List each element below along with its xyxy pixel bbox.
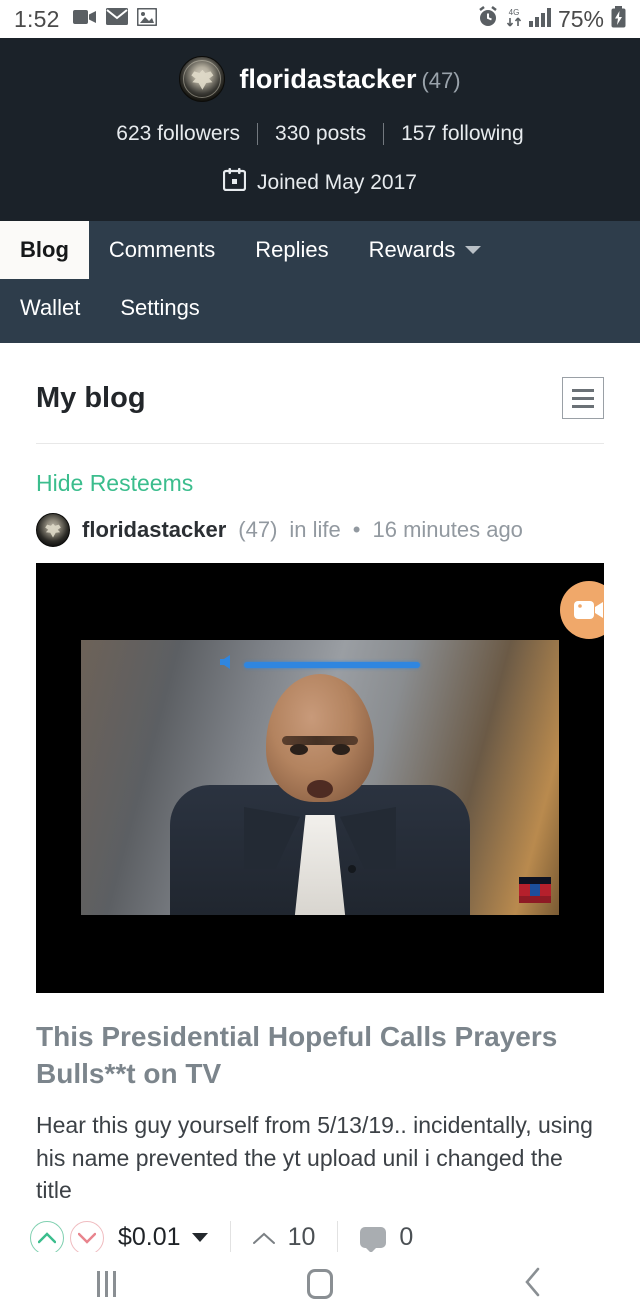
tab-rewards[interactable]: Rewards [349, 221, 502, 279]
comment-bubble-icon [360, 1227, 387, 1254]
tab-blog[interactable]: Blog [0, 221, 89, 279]
post-excerpt: Hear this guy yourself from 5/13/19.. in… [36, 1111, 593, 1204]
post-title[interactable]: This Presidential Hopeful Calls Prayers … [0, 993, 640, 1093]
volume-track[interactable] [244, 661, 420, 668]
battery-charging-icon [611, 5, 626, 33]
followers-count[interactable]: 623 followers [99, 122, 257, 146]
news-network-watermark [519, 877, 551, 903]
watermark-block [519, 884, 530, 896]
recents-bar [113, 1271, 117, 1297]
figure-eye-right [332, 744, 350, 755]
recents-bar [105, 1271, 109, 1297]
vote-count: 10 [287, 1223, 316, 1252]
blog-header-row: My blog [0, 343, 640, 419]
nav-back-button[interactable] [427, 1267, 640, 1302]
nav-home-button[interactable] [213, 1269, 426, 1299]
recents-icon [97, 1271, 117, 1297]
list-view-icon[interactable] [562, 377, 604, 419]
tab-row-primary: Blog Comments Replies Rewards [0, 221, 640, 279]
post-author-reputation: (47) [238, 517, 278, 542]
envelope-icon [105, 8, 128, 30]
svg-text:4G: 4G [509, 8, 520, 17]
profile-reputation: (47) [421, 67, 461, 93]
profile-header: floridastacker (47) 623 followers 330 pos… [0, 38, 640, 221]
battery-percent: 75% [557, 5, 604, 32]
action-divider [337, 1220, 339, 1255]
profile-identity: floridastacker (47) [0, 56, 640, 102]
tab-comments[interactable]: Comments [89, 221, 235, 279]
image-icon [136, 7, 158, 31]
figure-lapel-mic [348, 865, 356, 873]
video-camera-icon [72, 8, 97, 31]
home-icon [306, 1269, 333, 1299]
payout-amount: $0.01 [118, 1223, 181, 1252]
post-category[interactable]: in life [289, 517, 340, 543]
post-author[interactable]: floridastacker [82, 517, 226, 543]
status-bar: 1:52 4G 75% [0, 0, 640, 38]
profile-joined-text: Joined May 2017 [257, 170, 417, 194]
tab-replies[interactable]: Replies [235, 221, 348, 279]
byline-separator: • [352, 517, 361, 542]
video-frame [81, 640, 559, 915]
payout-value[interactable]: $0.01 [118, 1223, 208, 1252]
vote-count-group[interactable]: 10 [252, 1223, 316, 1252]
figure-mouth [307, 780, 333, 798]
signal-bars-icon [528, 7, 551, 32]
list-line [572, 404, 594, 408]
caret-down-icon [191, 1233, 208, 1243]
blog-content: My blog Hide Resteems floridastacker (47… [0, 343, 640, 1255]
profile-username-text: floridastacker [239, 63, 417, 94]
back-chevron-icon [524, 1267, 542, 1302]
figure-brow [282, 736, 358, 745]
watermark-block [529, 884, 541, 896]
nav-recents-button[interactable] [0, 1271, 213, 1297]
calendar-icon [222, 168, 247, 197]
alarm-clock-icon [477, 5, 499, 33]
comment-count-group[interactable]: 0 [360, 1223, 414, 1254]
figure-eye-left [290, 744, 308, 755]
silver-eagle-coin-avatar[interactable] [36, 513, 70, 547]
action-divider [229, 1220, 231, 1255]
speaker-icon [220, 654, 238, 675]
post-byline: floridastacker (47) in life • 16 minutes… [0, 497, 640, 547]
profile-stats: 623 followers 330 posts 157 following [0, 122, 640, 146]
status-right-icons: 4G 75% [477, 5, 626, 33]
screen: 1:52 4G 75% floridastacker (47) 623 foll… [0, 0, 640, 1316]
profile-username[interactable]: floridastacker (47) [239, 64, 460, 95]
chevron-down-circle-icon[interactable] [70, 1220, 104, 1255]
chevron-up-icon [252, 1223, 275, 1252]
page-title: My blog [36, 381, 146, 414]
video-camera-icon [574, 601, 603, 619]
post-timestamp: 16 minutes ago [372, 517, 523, 542]
video-camera-fab[interactable] [560, 581, 604, 639]
tab-settings[interactable]: Settings [100, 279, 220, 337]
tab-row-secondary: Wallet Settings [0, 279, 640, 343]
tab-wallet[interactable]: Wallet [0, 279, 100, 337]
comment-count: 0 [399, 1223, 414, 1252]
chevron-down-icon [465, 246, 482, 254]
watermark-top [519, 877, 551, 884]
data-transfer-icon: 4G [506, 6, 522, 33]
tab-rewards-label: Rewards [368, 237, 456, 262]
status-left-icons [72, 7, 158, 31]
android-nav-bar [0, 1252, 640, 1316]
watermark-mid [519, 884, 551, 896]
watermark-bottom [519, 896, 551, 903]
post-video-thumbnail[interactable] [36, 563, 604, 993]
volume-slider[interactable] [220, 654, 420, 675]
posts-count[interactable]: 330 posts [258, 122, 383, 146]
recents-bar [97, 1271, 101, 1297]
silver-eagle-coin-avatar[interactable] [179, 56, 226, 102]
chevron-up-circle-icon[interactable] [30, 1220, 64, 1255]
profile-joined: Joined May 2017 [0, 168, 640, 197]
hide-resteems-link[interactable]: Hide Resteems [0, 444, 640, 497]
following-count[interactable]: 157 following [384, 122, 541, 146]
profile-tabs: Blog Comments Replies Rewards Wallet Set… [0, 221, 640, 343]
list-line [572, 396, 594, 400]
watermark-block [540, 884, 551, 896]
post-action-bar: $0.01 10 0 [0, 1207, 640, 1255]
status-time: 1:52 [14, 5, 60, 32]
list-line [572, 388, 594, 392]
